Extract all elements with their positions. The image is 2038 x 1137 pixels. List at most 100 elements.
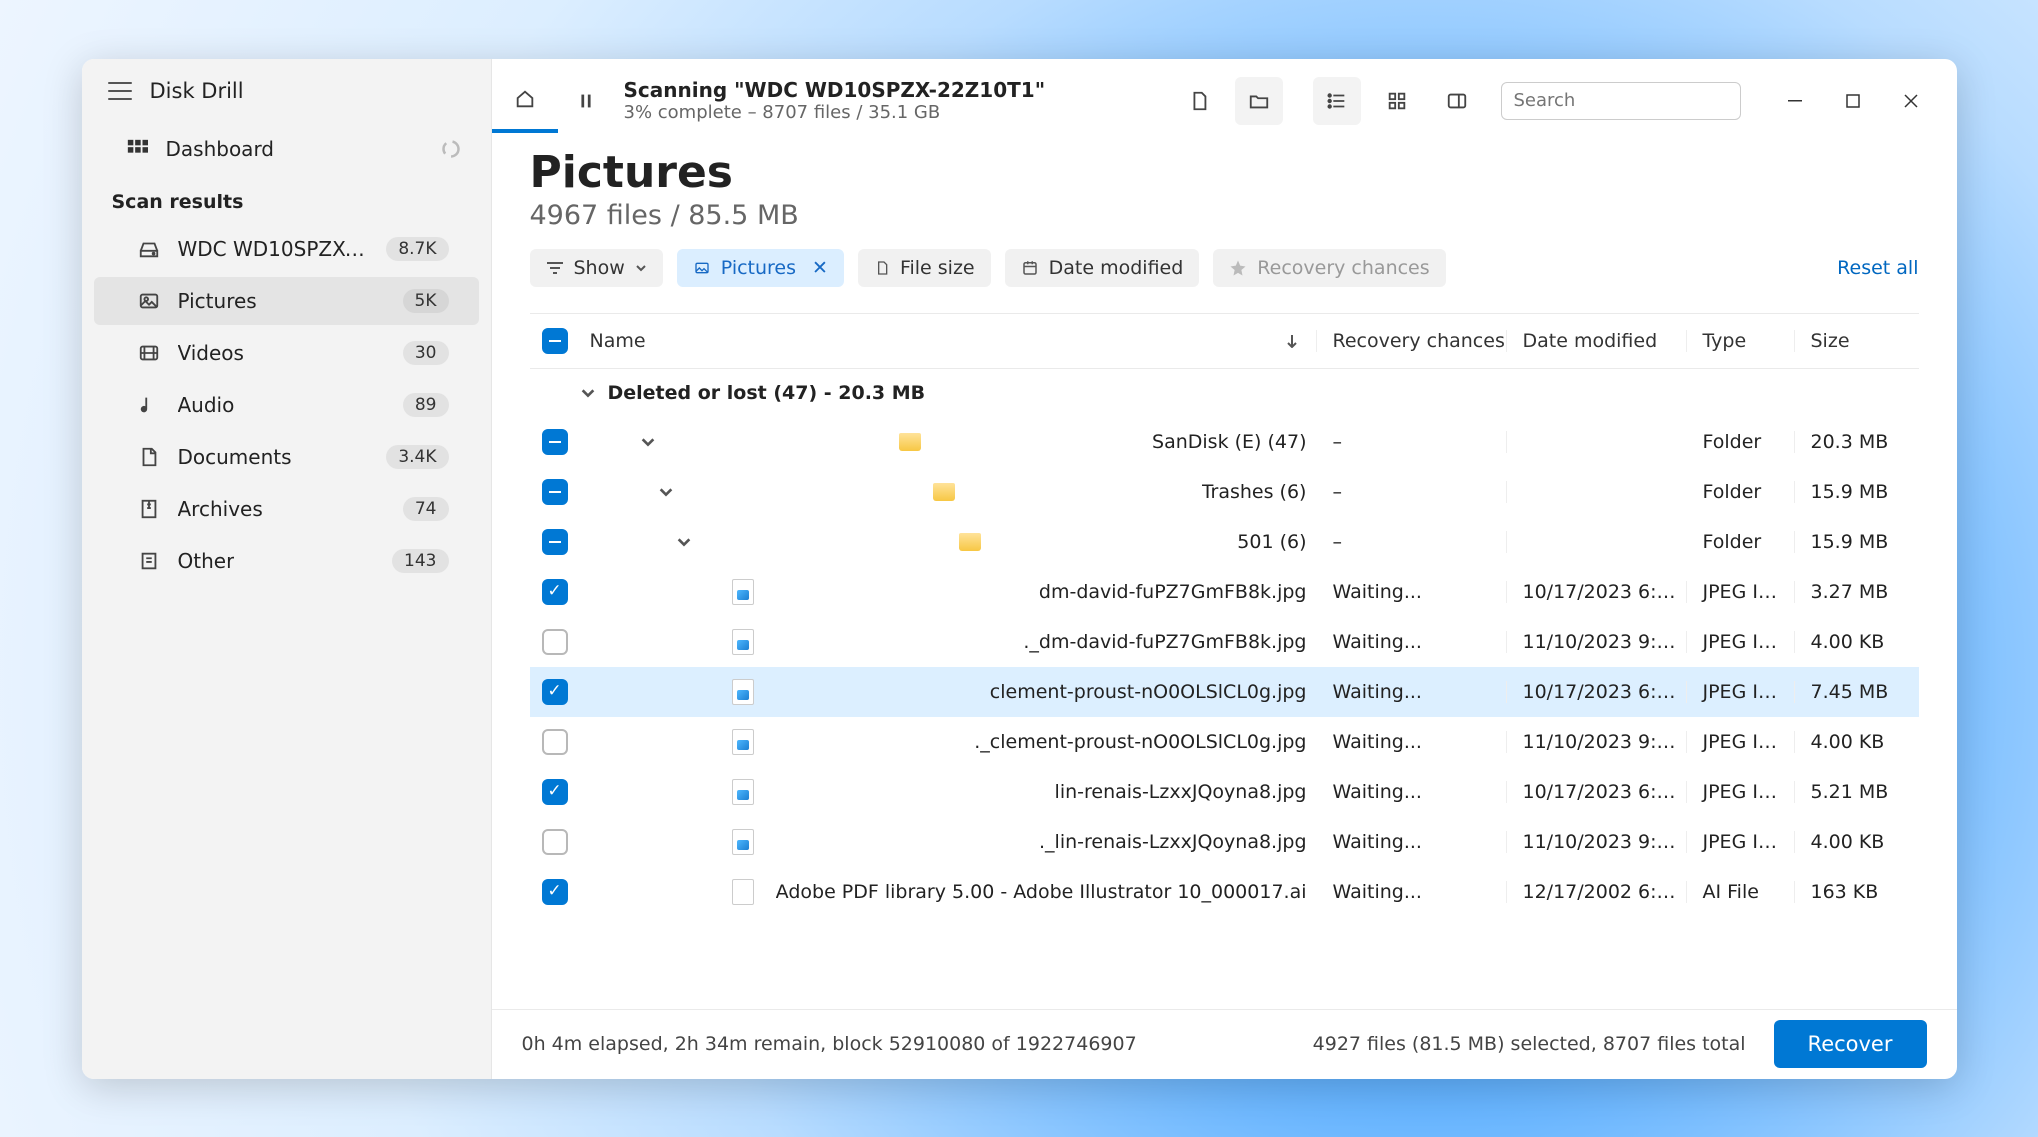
close-button[interactable]	[1883, 81, 1939, 121]
table-row[interactable]: Trashes (6)–Folder15.9 MB	[530, 467, 1919, 517]
cell-size: 163 KB	[1795, 881, 1919, 903]
cell-type: JPEG Im...	[1687, 681, 1795, 703]
sidebar-item-archives[interactable]: Archives 74	[94, 485, 479, 533]
table-row[interactable]: clement-proust-nO0OLSlCL0g.jpgWaiting...…	[530, 667, 1919, 717]
list-icon	[1326, 90, 1348, 112]
file-name: lin-renais-LzxxJQoyna8.jpg	[1055, 781, 1307, 803]
sidebar-item-videos[interactable]: Videos 30	[94, 329, 479, 377]
cell-recovery: Waiting...	[1317, 581, 1507, 603]
table-row[interactable]: ._lin-renais-LzxxJQoyna8.jpgWaiting...11…	[530, 817, 1919, 867]
cell-date: 10/17/2023 6:27...	[1507, 781, 1687, 803]
menu-icon[interactable]	[108, 82, 132, 100]
grid-icon	[126, 138, 148, 160]
toolbar: Scanning "WDC WD10SPZX-22Z10T1" 3% compl…	[492, 59, 1957, 133]
cell-type: JPEG Im...	[1687, 781, 1795, 803]
folder-view-button[interactable]	[1235, 77, 1283, 125]
search-input[interactable]	[1514, 90, 1739, 111]
row-checkbox[interactable]	[542, 629, 568, 655]
audio-icon	[138, 394, 160, 416]
grid-view-button[interactable]	[1373, 77, 1421, 125]
date-filter[interactable]: Date modified	[1005, 249, 1200, 287]
row-checkbox[interactable]	[542, 829, 568, 855]
cell-size: 20.3 MB	[1795, 431, 1919, 453]
panel-view-button[interactable]	[1433, 77, 1481, 125]
recover-button[interactable]: Recover	[1774, 1020, 1927, 1068]
row-checkbox[interactable]	[542, 879, 568, 905]
filesize-filter[interactable]: File size	[858, 249, 991, 287]
content-area: Pictures 4967 files / 85.5 MB Show Pictu…	[492, 133, 1957, 1009]
row-checkbox[interactable]	[542, 429, 568, 455]
page-title: Pictures	[530, 147, 1919, 198]
pictures-icon	[693, 260, 711, 276]
chevron-down-icon	[658, 484, 674, 500]
page-subtitle: 4967 files / 85.5 MB	[530, 200, 1919, 231]
table-row[interactable]: ._clement-proust-nO0OLSlCL0g.jpgWaiting.…	[530, 717, 1919, 767]
file-view-button[interactable]	[1175, 77, 1223, 125]
cell-type: JPEG Im...	[1687, 731, 1795, 753]
search-box[interactable]	[1501, 82, 1741, 120]
row-checkbox[interactable]	[542, 579, 568, 605]
row-checkbox[interactable]	[542, 529, 568, 555]
col-size[interactable]: Size	[1795, 330, 1919, 352]
sidebar-item-documents[interactable]: Documents 3.4K	[94, 433, 479, 481]
file-name: ._dm-david-fuPZ7GmFB8k.jpg	[1023, 631, 1306, 653]
table-row[interactable]: 501 (6)–Folder15.9 MB	[530, 517, 1919, 567]
sidebar-item-label: Archives	[178, 497, 263, 521]
drive-icon	[138, 238, 160, 260]
table-row[interactable]: lin-renais-LzxxJQoyna8.jpgWaiting...10/1…	[530, 767, 1919, 817]
pictures-filter-chip[interactable]: Pictures ✕	[677, 249, 844, 287]
cell-date: 11/10/2023 9:49...	[1507, 631, 1687, 653]
table-row[interactable]: Adobe PDF library 5.00 - Adobe Illustrat…	[530, 867, 1919, 917]
cell-recovery: Waiting...	[1317, 881, 1507, 903]
row-checkbox[interactable]	[542, 679, 568, 705]
image-file-icon	[732, 629, 754, 655]
pause-icon	[575, 90, 597, 112]
pause-button[interactable]	[562, 69, 610, 133]
maximize-button[interactable]	[1825, 81, 1881, 121]
cell-type: JPEG Im...	[1687, 631, 1795, 653]
row-checkbox[interactable]	[542, 779, 568, 805]
chevron-down-icon	[676, 534, 692, 550]
file-icon	[732, 879, 754, 905]
sidebar-item-other[interactable]: Other 143	[94, 537, 479, 585]
sidebar-item-drive[interactable]: WDC WD10SPZX-22Z10... 8.7K	[94, 225, 479, 273]
sidebar-item-pictures[interactable]: Pictures 5K	[94, 277, 479, 325]
col-date[interactable]: Date modified	[1507, 330, 1687, 352]
app-window: Disk Drill Dashboard Scan results WDC WD…	[82, 59, 1957, 1079]
file-name: ._clement-proust-nO0OLSlCL0g.jpg	[974, 731, 1306, 753]
sidebar-header: Disk Drill	[82, 59, 491, 119]
file-name: 501 (6)	[1237, 531, 1306, 553]
sidebar-item-label: Documents	[178, 445, 292, 469]
table-row[interactable]: dm-david-fuPZ7GmFB8k.jpgWaiting...10/17/…	[530, 567, 1919, 617]
cell-type: Folder	[1687, 531, 1795, 553]
group-header[interactable]: Deleted or lost (47) - 20.3 MB	[530, 369, 1919, 417]
count-badge: 8.7K	[386, 237, 448, 261]
sidebar-item-audio[interactable]: Audio 89	[94, 381, 479, 429]
scan-subtitle: 3% complete – 8707 files / 35.1 GB	[624, 102, 1167, 123]
row-checkbox[interactable]	[542, 729, 568, 755]
table-row[interactable]: ._dm-david-fuPZ7GmFB8k.jpg Waiting...11/1…	[530, 617, 1919, 667]
home-icon	[514, 88, 536, 110]
table-row[interactable]: SanDisk (E) (47)–Folder20.3 MB	[530, 417, 1919, 467]
nav-dashboard[interactable]: Dashboard	[82, 125, 491, 173]
col-name[interactable]: Name	[580, 330, 1317, 352]
maximize-icon	[1846, 94, 1860, 108]
close-icon	[1904, 94, 1918, 108]
image-file-icon	[732, 679, 754, 705]
cell-size: 15.9 MB	[1795, 481, 1919, 503]
col-type[interactable]: Type	[1687, 330, 1795, 352]
list-view-button[interactable]	[1313, 77, 1361, 125]
col-recovery[interactable]: Recovery chances	[1317, 330, 1507, 352]
sidebar-item-label: WDC WD10SPZX-22Z10...	[178, 237, 369, 261]
file-name: Adobe PDF library 5.00 - Adobe Illustrat…	[776, 881, 1307, 903]
tab-home[interactable]	[492, 69, 558, 133]
row-checkbox[interactable]	[542, 479, 568, 505]
cell-recovery: Waiting...	[1317, 631, 1507, 653]
recovery-filter[interactable]: Recovery chances	[1213, 249, 1445, 287]
file-name: ._lin-renais-LzxxJQoyna8.jpg	[1039, 831, 1306, 853]
show-filter[interactable]: Show	[530, 249, 663, 287]
remove-chip-icon[interactable]: ✕	[812, 257, 828, 279]
minimize-button[interactable]	[1767, 81, 1823, 121]
select-all-checkbox[interactable]	[542, 328, 568, 354]
reset-all-link[interactable]: Reset all	[1837, 257, 1918, 279]
